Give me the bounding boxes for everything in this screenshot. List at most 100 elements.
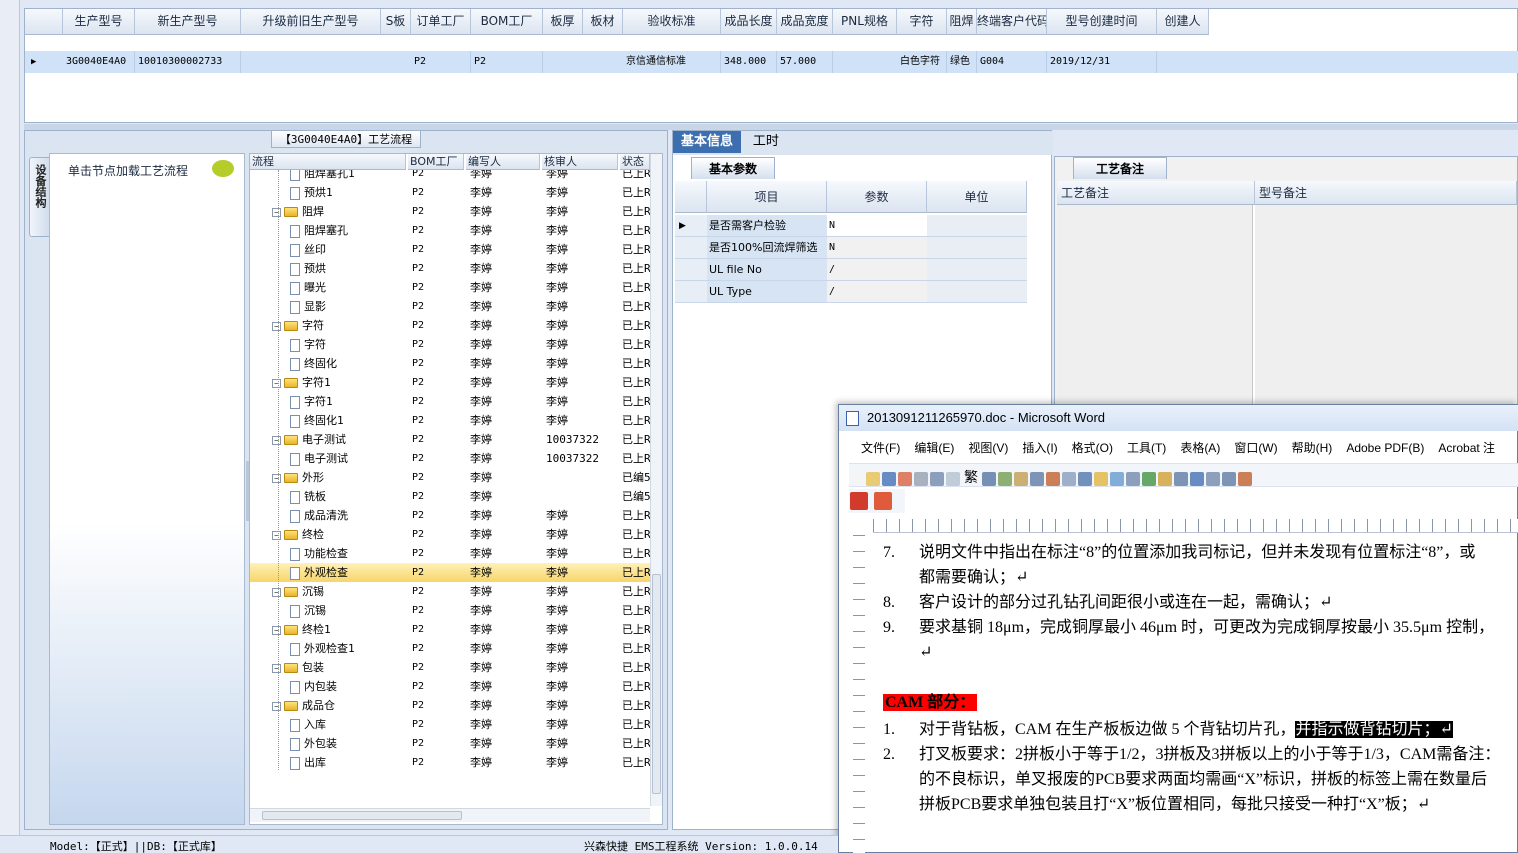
toolbar-button-icon[interactable] xyxy=(1222,471,1236,486)
word-menu-item[interactable]: Adobe PDF(B) xyxy=(1346,441,1424,455)
flow-tree-row[interactable]: 功能检查 P2 李婷 李婷 已上R xyxy=(250,544,650,563)
tree-node[interactable]: − 阻焊 xyxy=(272,202,406,221)
toolbar-button-icon[interactable] xyxy=(1046,471,1060,486)
toolbar-button-icon[interactable] xyxy=(850,471,864,486)
grid-header-14[interactable]: 终端客户代码 xyxy=(977,9,1047,35)
tab-work-hours[interactable]: 工时 xyxy=(745,131,787,153)
flow-tree-row[interactable]: 外观检查 P2 李婷 李婷 已上R xyxy=(250,563,650,582)
tree-node[interactable]: 外包装 xyxy=(290,734,406,753)
side-tab-device-structure[interactable]: 设备结构 xyxy=(29,157,51,237)
toolbar-button-icon[interactable] xyxy=(882,471,896,486)
word-menu-item[interactable]: Acrobat 注 xyxy=(1438,441,1495,455)
toolbar-button-icon[interactable] xyxy=(914,471,928,486)
toolbar-button-icon[interactable] xyxy=(1078,471,1092,486)
expand-toggle-icon[interactable]: − xyxy=(272,207,281,217)
pdf-email-icon[interactable] xyxy=(873,492,892,510)
tree-node[interactable]: 入库 xyxy=(290,715,406,734)
word-ruler[interactable] xyxy=(873,519,1518,533)
toolbar-button-icon[interactable] xyxy=(1126,471,1140,486)
flow-tree-row[interactable]: 阻焊塞孔 P2 李婷 李婷 已上R xyxy=(250,221,650,240)
flow-tree-row[interactable]: − 成品仓 P2 李婷 李婷 已上R xyxy=(250,696,650,715)
flow-tree-row[interactable]: 终固化 P2 李婷 李婷 已上R xyxy=(250,354,650,373)
expand-toggle-icon[interactable]: − xyxy=(272,625,281,635)
grid-cell-8[interactable]: 京信通信标准 xyxy=(623,51,721,73)
expand-toggle-icon[interactable]: − xyxy=(272,701,281,711)
grid-header-13[interactable]: 阻焊 xyxy=(947,9,977,35)
model-grid-row[interactable]: ▶ 3G0040E4A0 10010300002733 P2 P2 京信通信标准 348.0… xyxy=(25,51,1518,73)
tree-node[interactable]: 出库 xyxy=(290,753,406,772)
tree-node[interactable]: − 包装 xyxy=(272,658,406,677)
basic-header-0[interactable]: 项目 xyxy=(707,181,827,213)
sub-tab-basic-params[interactable]: 基本参数 xyxy=(691,157,775,179)
toolbar-button-icon[interactable] xyxy=(1190,471,1204,486)
tree-hscrollbar[interactable] xyxy=(250,808,650,822)
word-menu-item[interactable]: 插入(I) xyxy=(1022,441,1057,455)
tree-node[interactable]: 外观检查 xyxy=(290,563,406,582)
tree-node[interactable]: − 终检1 xyxy=(272,620,406,639)
grid-header-9[interactable]: 成品长度 xyxy=(721,9,777,35)
expand-toggle-icon[interactable]: − xyxy=(272,473,281,483)
tree-node[interactable]: 铣板 xyxy=(290,487,406,506)
flow-tree-row[interactable]: 入库 P2 李婷 李婷 已上R xyxy=(250,715,650,734)
flow-tree-row[interactable]: 外包装 P2 李婷 李婷 已上R xyxy=(250,734,650,753)
tree-node[interactable]: 电子测试 xyxy=(290,449,406,468)
flow-tree-row[interactable]: 字符1 P2 李婷 李婷 已上R xyxy=(250,392,650,411)
toolbar-button-icon[interactable] xyxy=(866,471,880,486)
grid-cell-5[interactable]: P2 xyxy=(471,51,543,73)
expand-toggle-icon[interactable]: − xyxy=(272,435,281,445)
basic-row-indicator[interactable] xyxy=(675,281,707,303)
word-menu-item[interactable]: 帮助(H) xyxy=(1292,441,1333,455)
grid-cell-14[interactable]: G004 xyxy=(977,51,1047,73)
flow-tree-row[interactable]: 外观检查1 P2 李婷 李婷 已上R xyxy=(250,639,650,658)
grid-header-8[interactable]: 验收标准 xyxy=(623,9,721,35)
tree-node[interactable]: − 外形 xyxy=(272,468,406,487)
toolbar-button-icon[interactable] xyxy=(1094,471,1108,486)
toolbar-button-icon[interactable] xyxy=(1062,471,1076,486)
expand-toggle-icon[interactable]: − xyxy=(272,530,281,540)
toolbar-button-icon[interactable] xyxy=(1014,471,1028,486)
flow-tree-row[interactable]: 阻焊塞孔1 P2 李婷 李婷 已上R xyxy=(250,170,650,183)
tree-node[interactable]: 字符 xyxy=(290,335,406,354)
tree-node[interactable]: 预烘 xyxy=(290,259,406,278)
tree-node[interactable]: 终固化 xyxy=(290,354,406,373)
tree-node[interactable]: − 终检 xyxy=(272,525,406,544)
tree-node[interactable]: 曝光 xyxy=(290,278,406,297)
word-menu-item[interactable]: 工具(T) xyxy=(1127,441,1166,455)
toolbar-button-icon[interactable] xyxy=(1030,471,1044,486)
basic-row-indicator[interactable] xyxy=(675,259,707,281)
tree-node[interactable]: 沉锡 xyxy=(290,601,406,620)
grid-cell-12[interactable]: 白色字符 xyxy=(897,51,947,73)
expand-toggle-icon[interactable]: − xyxy=(272,587,281,597)
tree-node[interactable]: 显影 xyxy=(290,297,406,316)
basic-param-cell[interactable]: N xyxy=(827,215,927,237)
word-menu-item[interactable]: 格式(O) xyxy=(1072,441,1113,455)
flow-tree-row[interactable]: 沉锡 P2 李婷 李婷 已上R xyxy=(250,601,650,620)
tree-node[interactable]: − 电子测试 xyxy=(272,430,406,449)
tab-process-remark[interactable]: 工艺备注 xyxy=(1073,157,1167,179)
tree-node[interactable]: − 沉锡 xyxy=(272,582,406,601)
tree-node[interactable]: − 成品仓 xyxy=(272,696,406,715)
flow-tree-row[interactable]: 丝印 P2 李婷 李婷 已上R xyxy=(250,240,650,259)
pdf-convert-icon[interactable] xyxy=(850,492,868,510)
grid-cell-1[interactable]: 10010300002733 xyxy=(135,51,241,73)
tree-header-2[interactable]: 编写人 xyxy=(466,154,540,170)
grid-header-5[interactable]: BOM工厂 xyxy=(471,9,543,35)
word-menu-item[interactable]: 视图(V) xyxy=(968,441,1008,455)
tree-node[interactable]: 外观检查1 xyxy=(290,639,406,658)
grid-cell-10[interactable]: 57.000 xyxy=(777,51,833,73)
word-titlebar[interactable]: 2013091211265970.doc - Microsoft Word xyxy=(839,405,1518,431)
toolbar-button-icon[interactable] xyxy=(1174,471,1188,486)
toolbar-button-icon[interactable] xyxy=(998,471,1012,486)
toolbar-button-icon[interactable] xyxy=(1206,471,1220,486)
grid-cell-0[interactable]: 3G0040E4A0 xyxy=(63,51,135,73)
grid-header-7[interactable]: 板材 xyxy=(583,9,623,35)
tree-node[interactable]: 终固化1 xyxy=(290,411,406,430)
basic-unit-cell[interactable] xyxy=(927,237,1027,259)
tree-node[interactable]: − 字符1 xyxy=(272,373,406,392)
toolbar-button-icon[interactable] xyxy=(946,471,960,486)
toolbar-button-icon[interactable] xyxy=(1142,471,1156,486)
flow-tree-row[interactable]: 字符 P2 李婷 李婷 已上R xyxy=(250,335,650,354)
toolbar-button-icon[interactable] xyxy=(1238,471,1252,486)
grid-cell-13[interactable]: 绿色 xyxy=(947,51,977,73)
tree-node[interactable]: 内包装 xyxy=(290,677,406,696)
